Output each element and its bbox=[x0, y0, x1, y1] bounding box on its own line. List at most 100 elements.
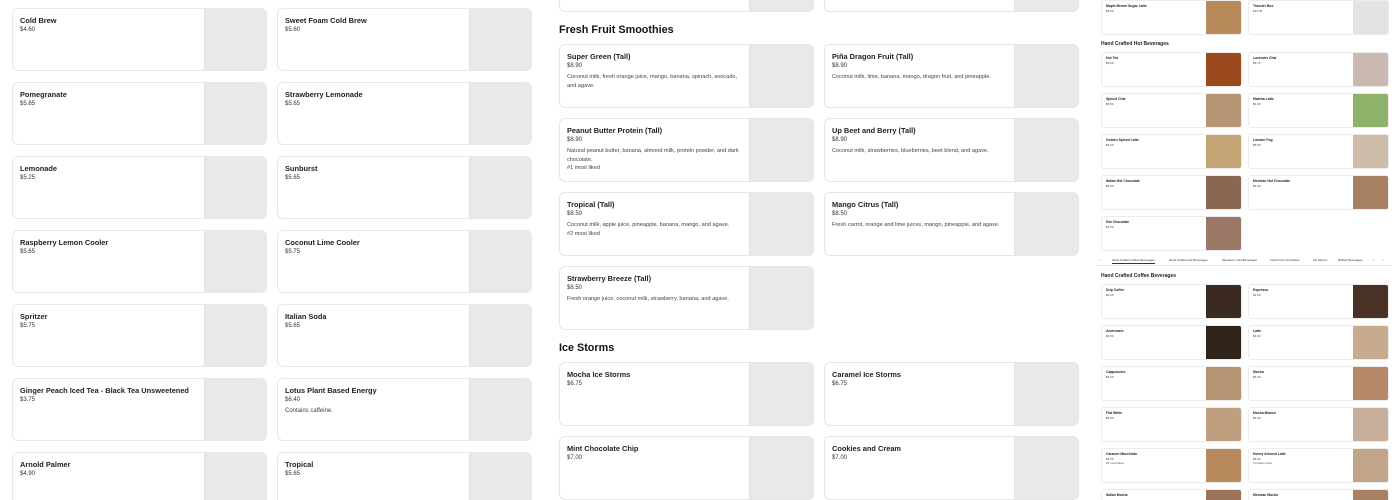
mini-item-card[interactable]: Matcha Latte $6.00 bbox=[1248, 93, 1389, 128]
item-price: $5.75 bbox=[285, 249, 301, 255]
mini-item-card[interactable]: Lavender Chai $5.75 bbox=[1248, 52, 1389, 87]
mini-item-card[interactable]: Mexican Hot Chocolate $6.00 bbox=[1248, 175, 1389, 210]
mini-item-image bbox=[1206, 367, 1241, 400]
mini-section-title-coffee: Hand Crafted Coffee Beverages bbox=[1101, 273, 1177, 279]
item-price: $5.60 bbox=[285, 27, 301, 33]
mini-item-card[interactable]: Hot Tea $3.60 bbox=[1101, 52, 1242, 87]
menu-item-card[interactable]: Mango Citrus (Tall) $8.50 Fresh carrot, … bbox=[824, 192, 1079, 256]
item-image-placeholder bbox=[204, 453, 266, 500]
item-image-placeholder bbox=[469, 305, 531, 366]
mini-tab[interactable]: Bottled Beverages bbox=[1338, 258, 1363, 262]
mini-item-card[interactable]: London Fog $5.50 bbox=[1248, 134, 1389, 169]
item-name: Lotus Plant Based Energy bbox=[285, 386, 377, 395]
mini-item-image bbox=[1353, 326, 1388, 359]
mini-tab[interactable]: Hand Crafted Coffee Beverages bbox=[1112, 258, 1155, 264]
menu-item-card[interactable]: Cold Brew $4.60 bbox=[12, 8, 267, 71]
menu-item-card[interactable]: Piña Dragon Fruit (Tall) $8.90 Coconut m… bbox=[824, 44, 1079, 108]
menu-item-card[interactable]: Italian Soda $5.65 bbox=[277, 304, 532, 367]
mini-item-image bbox=[1206, 135, 1241, 168]
menu-item-card[interactable]: Up Beet and Berry (Tall) $8.90 Coconut m… bbox=[824, 118, 1079, 182]
menu-item-card[interactable]: Sweet Foam Cold Brew $5.60 bbox=[277, 8, 532, 71]
menu-item-card-partial[interactable] bbox=[559, 0, 814, 12]
mini-item-name: Maple Brown Sugar Latte bbox=[1106, 4, 1147, 8]
item-image-placeholder bbox=[749, 0, 813, 11]
item-name: Arnold Palmer bbox=[20, 460, 71, 469]
mini-item-price: $6.00 bbox=[1106, 416, 1114, 420]
item-price: $5.65 bbox=[285, 323, 301, 329]
chevron-left-icon[interactable]: ‹ bbox=[1099, 257, 1100, 262]
mini-item-card[interactable]: Italian Hot Chocolate $6.00 bbox=[1101, 175, 1242, 210]
menu-item-card[interactable]: Arnold Palmer $4.90 bbox=[12, 452, 267, 500]
mini-item-card[interactable]: Caramel Macchiato $6.00 #3 most liked bbox=[1101, 448, 1242, 483]
mini-item-card[interactable]: Italian Mocha bbox=[1101, 489, 1242, 500]
menu-item-card[interactable]: Super Green (Tall) $8.90 Coconut milk, f… bbox=[559, 44, 814, 108]
mini-item-name: Traveler Box bbox=[1253, 4, 1274, 8]
item-image-placeholder bbox=[469, 9, 531, 70]
item-name: Up Beet and Berry (Tall) bbox=[832, 126, 916, 135]
menu-item-card[interactable]: Peanut Butter Protein (Tall) $8.90 Natur… bbox=[559, 118, 814, 182]
mini-tab[interactable]: Signature Cold Beverages bbox=[1222, 258, 1257, 262]
item-image-placeholder bbox=[204, 231, 266, 292]
menu-item-card[interactable]: Tropical $5.65 bbox=[277, 452, 532, 500]
menu-item-card-partial[interactable] bbox=[824, 0, 1079, 12]
menu-item-card[interactable]: Raspberry Lemon Cooler $5.65 bbox=[12, 230, 267, 293]
mini-item-card[interactable]: Latte $6.00 bbox=[1248, 325, 1389, 360]
item-image-placeholder bbox=[749, 267, 813, 329]
menu-item-card[interactable]: Lotus Plant Based Energy $6.40 Contains … bbox=[277, 378, 532, 441]
chevron-right-icon[interactable]: › bbox=[1382, 257, 1383, 262]
mini-item-card[interactable]: Mexican Mocha bbox=[1248, 489, 1389, 500]
item-price: $7.00 bbox=[567, 455, 583, 461]
menu-item-card[interactable]: Cookies and Cream $7.00 bbox=[824, 436, 1079, 500]
mini-item-card[interactable]: Traveler Box $22.00 bbox=[1248, 0, 1389, 35]
mini-item-card[interactable]: Maple Brown Sugar Latte $6.00 bbox=[1101, 0, 1242, 35]
menu-item-card[interactable]: Sunburst $5.65 bbox=[277, 156, 532, 219]
menu-item-card[interactable]: Pomegranate $5.65 bbox=[12, 82, 267, 145]
mini-item-name: Americano bbox=[1106, 329, 1124, 333]
menu-item-card[interactable]: Ginger Peach Iced Tea - Black Tea Unswee… bbox=[12, 378, 267, 441]
mini-item-name: London Fog bbox=[1253, 138, 1273, 142]
item-name: Super Green (Tall) bbox=[567, 52, 631, 61]
item-image-placeholder bbox=[1014, 119, 1078, 181]
mini-tab[interactable]: Ice Storms bbox=[1313, 258, 1327, 262]
menu-item-card[interactable]: Coconut Lime Cooler $5.75 bbox=[277, 230, 532, 293]
mini-item-card[interactable]: Honey Almond Latte $6.00 Contains Nuts bbox=[1248, 448, 1389, 483]
mini-tab[interactable]: Hand Crafted Hot Beverages bbox=[1169, 258, 1208, 262]
mini-tab[interactable]: Fresh Fruit Smoothies bbox=[1270, 258, 1300, 262]
mini-section-title-hot: Hand Crafted Hot Beverages bbox=[1101, 41, 1169, 47]
mini-item-card[interactable]: Americano $3.50 bbox=[1101, 325, 1242, 360]
item-name: Strawberry Breeze (Tall) bbox=[567, 274, 652, 283]
menu-item-card[interactable]: Lemonade $5.25 bbox=[12, 156, 267, 219]
mini-item-card[interactable]: Hot Chocolate $4.50 bbox=[1101, 216, 1242, 251]
mini-item-card[interactable]: Golden Spiced Latte $6.00 bbox=[1101, 134, 1242, 169]
mini-item-image bbox=[1206, 490, 1241, 500]
mini-item-price: $22.00 bbox=[1253, 9, 1263, 13]
item-description: Natural peanut butter, banana, almond mi… bbox=[567, 147, 743, 173]
item-price: $5.65 bbox=[285, 175, 301, 181]
mini-item-name: Flat White bbox=[1106, 411, 1123, 415]
menu-item-card[interactable]: Mocha Ice Storms $6.75 bbox=[559, 362, 814, 426]
menu-item-card[interactable]: Caramel Ice Storms $6.75 bbox=[824, 362, 1079, 426]
menu-item-card[interactable]: Tropical (Tall) $8.50 Coconut milk, appl… bbox=[559, 192, 814, 256]
item-image-placeholder bbox=[749, 363, 813, 425]
mini-item-card[interactable]: Flat White $6.00 bbox=[1101, 407, 1242, 442]
mini-item-card[interactable]: Cappuccino $5.00 bbox=[1101, 366, 1242, 401]
chevron-left-icon[interactable]: ‹ bbox=[1373, 257, 1374, 262]
menu-item-card[interactable]: Strawberry Lemonade $5.65 bbox=[277, 82, 532, 145]
mini-item-card[interactable]: Mocha Blanco $6.00 bbox=[1248, 407, 1389, 442]
mini-item-price: $3.50 bbox=[1106, 334, 1114, 338]
mini-item-card[interactable]: Spiced Chai $5.50 bbox=[1101, 93, 1242, 128]
mini-item-price: $6.00 bbox=[1106, 143, 1114, 147]
mini-item-card[interactable]: Drip Coffee $3.25 bbox=[1101, 284, 1242, 319]
menu-item-card[interactable]: Strawberry Breeze (Tall) $8.50 Fresh ora… bbox=[559, 266, 814, 330]
mini-item-image bbox=[1353, 53, 1388, 86]
menu-item-card[interactable]: Mint Chocolate Chip $7.00 bbox=[559, 436, 814, 500]
mini-item-card[interactable]: Espresso $3.50 bbox=[1248, 284, 1389, 319]
item-price: $5.65 bbox=[20, 249, 36, 255]
mini-item-card[interactable]: Mocha $6.00 bbox=[1248, 366, 1389, 401]
menu-item-card[interactable]: Spritzer $5.75 bbox=[12, 304, 267, 367]
item-name: Tropical (Tall) bbox=[567, 200, 615, 209]
mini-item-image bbox=[1353, 135, 1388, 168]
mini-item-name: Matcha Latte bbox=[1253, 97, 1274, 101]
item-image-placeholder bbox=[749, 45, 813, 107]
mini-item-name: Hot Chocolate bbox=[1106, 220, 1129, 224]
